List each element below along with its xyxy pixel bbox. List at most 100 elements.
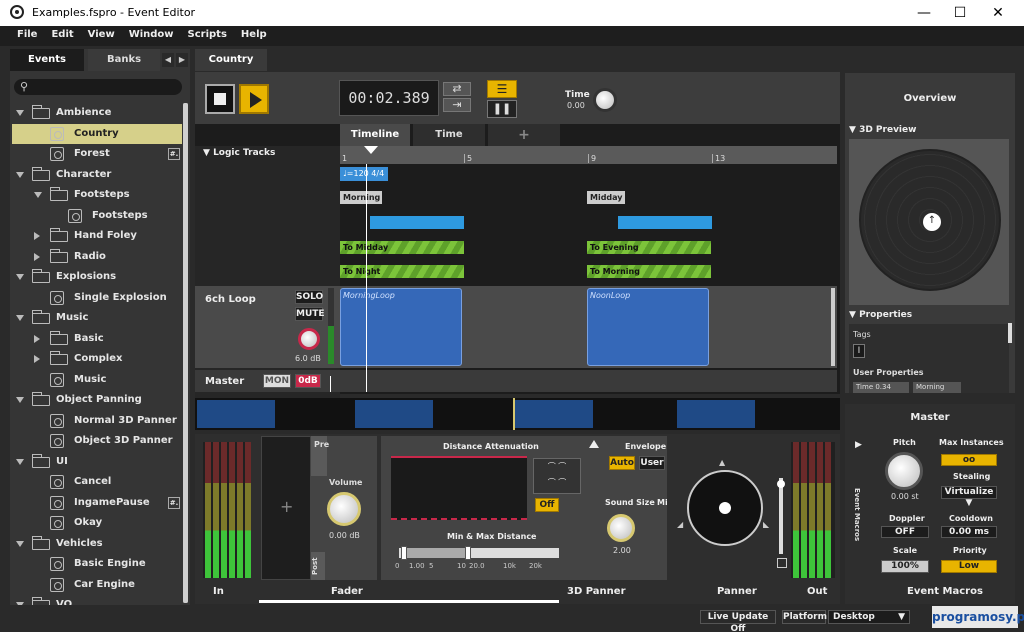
tree-item-folder[interactable]: Explosions xyxy=(12,267,182,287)
playhead-icon[interactable] xyxy=(364,146,378,154)
chevron-down-icon[interactable] xyxy=(16,315,24,321)
priority-value[interactable]: Low xyxy=(941,560,997,573)
tree-item-event[interactable]: Basic Engine xyxy=(12,554,182,574)
transition-to-midday[interactable]: To Midday xyxy=(340,241,464,254)
loop-icon[interactable]: ⇄ xyxy=(443,82,471,96)
platform-dropdown[interactable]: Desktop ▼ xyxy=(828,610,910,624)
tree-item-event[interactable]: Forest #. xyxy=(12,144,182,164)
master-db[interactable]: 0dB xyxy=(295,374,321,388)
properties-scrollbar[interactable] xyxy=(1008,323,1012,343)
user-property-1[interactable]: Time 0.34 xyxy=(853,382,909,393)
tree-item-event[interactable]: Footsteps xyxy=(12,206,182,226)
tab-banks[interactable]: Banks xyxy=(88,49,160,71)
play-button[interactable] xyxy=(239,84,269,114)
ruler[interactable]: 1 5 9 13 xyxy=(340,146,837,164)
panner-circle[interactable] xyxy=(687,470,763,546)
tree-item-folder[interactable]: Music xyxy=(12,308,182,328)
chevron-right-icon[interactable] xyxy=(34,355,40,363)
chevron-right-icon[interactable] xyxy=(34,252,40,261)
tree-item-folder[interactable]: Footsteps xyxy=(12,185,182,205)
macros-collapse-icon[interactable]: ▶ xyxy=(855,440,862,450)
off-button[interactable]: Off xyxy=(535,498,559,512)
collapse-icon[interactable]: ▼ xyxy=(203,148,213,158)
panner-puck[interactable] xyxy=(719,502,731,514)
solo-button[interactable]: SOLO xyxy=(295,290,323,304)
min-max-distance-slider[interactable] xyxy=(399,546,559,560)
tree-item-event[interactable]: Normal 3D Panner xyxy=(12,411,182,431)
maximize-button[interactable]: ☐ xyxy=(942,2,978,24)
clip-morning-loop[interactable]: MorningLoop xyxy=(340,288,462,366)
user-button[interactable]: User xyxy=(639,456,665,470)
tree-item-event[interactable]: IngamePause #. xyxy=(12,493,182,513)
output-slider[interactable] xyxy=(779,478,783,554)
tab-events[interactable]: Events xyxy=(10,49,84,71)
stop-button[interactable] xyxy=(205,84,235,114)
time-param-knob[interactable] xyxy=(593,88,617,112)
minimize-button[interactable]: — xyxy=(906,2,942,24)
chevron-down-icon[interactable] xyxy=(16,171,24,178)
chevron-right-icon[interactable] xyxy=(34,334,40,343)
pause-icon[interactable]: ❚❚ xyxy=(487,100,517,118)
tree-item-folder[interactable]: VO xyxy=(12,595,182,605)
effect-slot-empty[interactable]: + xyxy=(261,436,311,580)
chevron-down-icon[interactable] xyxy=(16,602,24,605)
chevron-down-icon[interactable] xyxy=(16,274,24,280)
chevron-down-icon[interactable] xyxy=(16,458,24,465)
monitor-button[interactable]: MON xyxy=(263,374,291,388)
tree-item-folder[interactable]: Character xyxy=(12,165,182,185)
clip-noon-loop[interactable]: NoonLoop xyxy=(587,288,709,366)
menu-view[interactable]: View xyxy=(81,26,122,44)
tree-item-folder[interactable]: Basic xyxy=(12,329,182,349)
transition-to-evening[interactable]: To Evening xyxy=(587,241,711,254)
chevron-down-icon[interactable] xyxy=(34,192,42,198)
timeline-scrollbar[interactable] xyxy=(831,288,835,366)
overview-strip[interactable] xyxy=(195,398,840,430)
tree-item-event[interactable]: Okay xyxy=(12,513,182,533)
tree-item-folder[interactable]: Object Panning xyxy=(12,390,182,410)
time-display[interactable]: 00:02.389 xyxy=(339,80,439,116)
tree-item-event[interactable]: Country xyxy=(12,123,182,144)
tree-item-event[interactable]: Cancel xyxy=(12,472,182,492)
tab-country[interactable]: Country xyxy=(195,49,267,71)
tree-item-folder[interactable]: Hand Foley xyxy=(12,226,182,246)
menu-window[interactable]: Window xyxy=(122,26,181,44)
list-view-icon[interactable]: ☰ xyxy=(487,80,517,98)
tempo-marker[interactable]: ♩=120 4/4 xyxy=(340,167,388,181)
tab-timeline[interactable]: Timeline xyxy=(340,124,410,146)
chevron-down-icon[interactable] xyxy=(16,397,24,403)
max-distance-handle[interactable] xyxy=(465,546,471,560)
user-property-2[interactable]: Morning xyxy=(913,382,961,393)
doppler-toggle[interactable]: OFF xyxy=(881,526,929,538)
chevron-right-icon[interactable] xyxy=(34,232,40,240)
cooldown-value[interactable]: 0.00 ms xyxy=(941,526,997,538)
transition-to-morning[interactable]: To Morning xyxy=(587,265,711,278)
chevron-down-icon[interactable] xyxy=(16,110,24,116)
menu-help[interactable]: Help xyxy=(234,26,274,44)
output-format-icon[interactable] xyxy=(777,558,787,568)
output-slider-handle[interactable] xyxy=(777,480,785,488)
tag-input[interactable]: I xyxy=(853,344,865,358)
tree-item-folder[interactable]: UI xyxy=(12,452,182,472)
follow-icon[interactable]: ⇥ xyxy=(443,98,471,112)
tree-item-event[interactable]: Object 3D Panner xyxy=(12,431,182,451)
deck-scrollbar[interactable] xyxy=(259,600,559,603)
listener-icon[interactable]: ↑ xyxy=(923,213,941,231)
loop-region-2[interactable] xyxy=(618,216,712,229)
search-input[interactable]: ⚲ xyxy=(14,79,182,95)
tab-scroll-left-icon[interactable]: ◀ xyxy=(162,53,174,67)
menu-file[interactable]: File xyxy=(10,26,44,44)
add-parameter-tab[interactable]: + xyxy=(488,124,560,146)
properties-header[interactable]: ▼ Properties xyxy=(849,310,912,320)
chevron-down-icon[interactable] xyxy=(16,540,24,547)
tree-item-event[interactable]: Single Explosion xyxy=(12,288,182,308)
tree-scrollbar-thumb[interactable] xyxy=(183,103,188,603)
rolloff-curves[interactable]: ⌒ ⌒ ⌒ ⌒ xyxy=(533,458,581,494)
stealing-dropdown[interactable]: Virtualize ▼ xyxy=(941,486,997,508)
tree-item-event[interactable]: Music xyxy=(12,370,182,390)
max-instances-value[interactable]: oo xyxy=(941,454,997,466)
3d-preview-sphere[interactable]: ↑ xyxy=(859,149,1001,291)
tree-item-folder[interactable]: Complex xyxy=(12,349,182,369)
tree-item-folder[interactable]: Radio xyxy=(12,247,182,267)
add-effect-icon[interactable]: + xyxy=(280,497,293,516)
live-update-button[interactable]: Live Update Off xyxy=(700,610,776,632)
